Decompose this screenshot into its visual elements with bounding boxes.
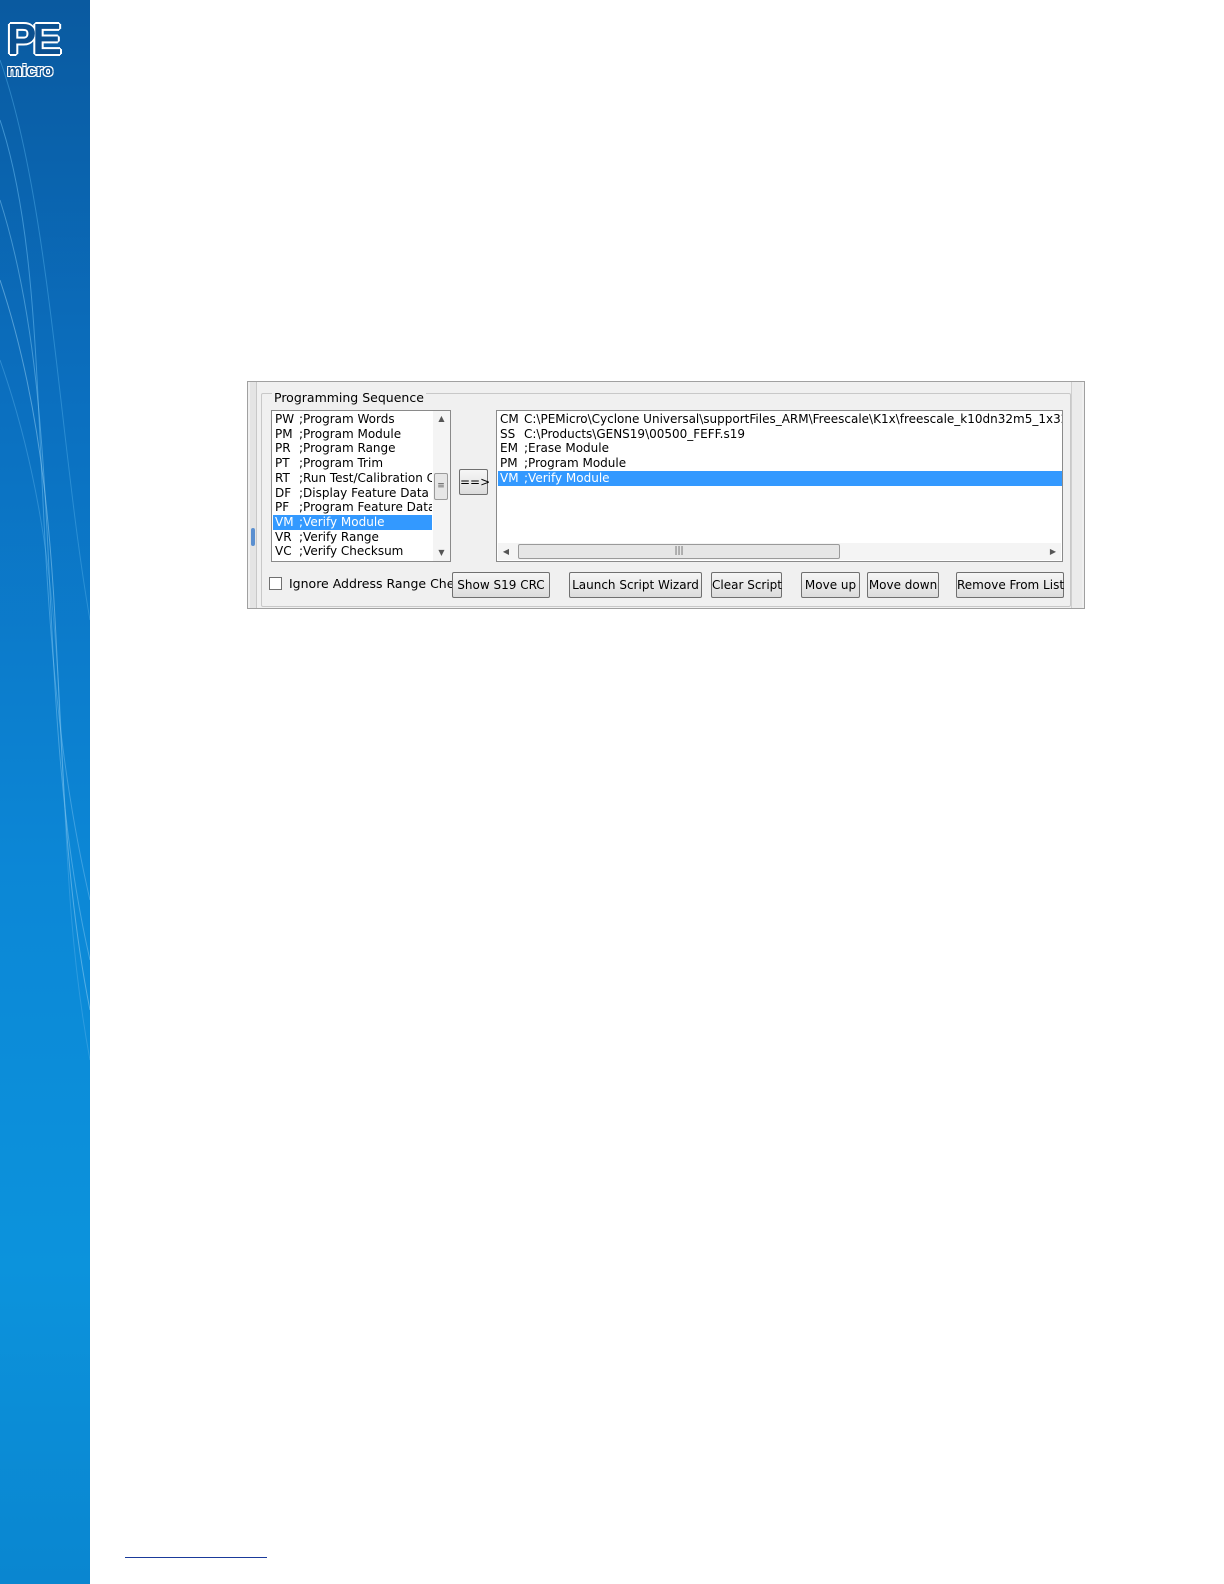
item-description: ;Erase Module [524, 441, 609, 456]
scroll-left-arrow-icon[interactable]: ◀ [498, 543, 514, 560]
list-item[interactable]: PR ;Program Range [273, 441, 432, 456]
item-description: ;Verify Module [524, 470, 610, 485]
item-description: ;Verify Checksum [299, 544, 404, 559]
list-item[interactable]: EM ;Erase Module [498, 441, 1062, 456]
move-up-button[interactable]: Move up [801, 572, 860, 598]
item-code: PT [275, 456, 290, 471]
sequence-list[interactable]: CM C:\PEMicro\Cyclone Universal\supportFi… [496, 410, 1063, 562]
add-to-sequence-button[interactable]: ==> [459, 469, 490, 495]
programming-sequence-dialog: Programming Sequence PW ;Program Words PM;… [247, 381, 1085, 609]
remove-from-list-button[interactable]: Remove From List [956, 572, 1064, 598]
item-description: ;Program Feature Data to [299, 500, 432, 515]
group-title: Programming Sequence [272, 390, 426, 405]
wave-lines-decoration [0, 59, 90, 1061]
item-code: VC [275, 544, 292, 559]
logo-micro-text: micro [7, 61, 54, 80]
list-item[interactable]: VR ;Verify Range [273, 530, 432, 545]
list-item[interactable]: PM ;Program Module [273, 427, 432, 442]
ignore-address-range-checkbox[interactable] [269, 577, 282, 590]
list-item[interactable]: PM ;Program Module [498, 456, 1062, 471]
command-list-vertical-scrollbar[interactable]: ▲ ≡ ▼ [433, 411, 450, 561]
list-item[interactable]: VM ;Verify Module [498, 470, 1062, 486]
item-code: VM [500, 470, 519, 485]
splitter-knob[interactable] [251, 528, 255, 546]
item-description: C:\Products\GENS19\00500_FEFF.s19 [524, 426, 745, 441]
list-item[interactable]: VM ;Verify Module [273, 514, 432, 530]
pemicro-logo: PE micro [7, 18, 83, 80]
list-item[interactable]: PW ;Program Words [273, 412, 432, 427]
item-code: PF [275, 500, 290, 515]
scroll-thumb[interactable]: ||| [518, 544, 840, 559]
item-code: SS [500, 426, 516, 441]
list-item[interactable]: PF ;Program Feature Data to [273, 500, 432, 515]
item-code: CM [500, 412, 519, 426]
list-item[interactable]: SS C:\Products\GENS19\00500_FEFF.s19 [498, 426, 1062, 442]
item-code: PW [275, 412, 295, 426]
scroll-down-arrow-icon[interactable]: ▼ [433, 545, 450, 561]
scroll-up-arrow-icon[interactable]: ▲ [433, 411, 450, 427]
item-description: ;Program Range [299, 441, 396, 456]
scroll-grip-icon: ||| [674, 546, 684, 556]
item-code: VM [275, 514, 294, 529]
left-panel-edge [250, 382, 257, 608]
item-description: ;Run Test/Calibration Co [299, 470, 432, 485]
list-item[interactable]: RT ;Run Test/Calibration Co [273, 471, 432, 486]
clear-script-button[interactable]: Clear Script [711, 572, 782, 598]
ignore-address-range-label: Ignore Address Range Check [289, 576, 469, 591]
item-description: ;Program Trim [299, 456, 384, 471]
item-code: PR [275, 441, 291, 456]
item-code: PM [500, 456, 518, 471]
item-code: RT [275, 470, 290, 485]
item-description: ;Display Feature Data [299, 485, 429, 500]
item-description: ;Program Module [524, 456, 627, 471]
item-code: PM [275, 426, 293, 441]
item-description: C:\PEMicro\Cyclone Universal\supportFile… [524, 412, 1063, 426]
launch-script-wizard-button[interactable]: Launch Script Wizard [569, 572, 702, 598]
item-description: ;Verify Module [299, 514, 385, 529]
right-panel-edge [1071, 382, 1082, 608]
command-list[interactable]: PW ;Program Words PM ;Program Module PR ;Prog… [271, 410, 451, 562]
footer-link-underline [125, 1557, 267, 1558]
move-down-button[interactable]: Move down [867, 572, 939, 598]
list-item[interactable]: DF ;Display Feature Data [273, 486, 432, 501]
item-code: VR [275, 529, 292, 544]
scroll-thumb[interactable]: ≡ [434, 473, 448, 500]
item-code: DF [275, 485, 292, 500]
item-description: ;Verify Range [299, 529, 379, 544]
side-decoration-band: PE micro [0, 0, 90, 1584]
item-description: ;Program Module [299, 426, 402, 441]
list-item[interactable]: VC ;Verify Checksum [273, 544, 432, 559]
show-s19-crc-button[interactable]: Show S19 CRC [452, 572, 550, 598]
sequence-list-horizontal-scrollbar[interactable]: ◀ ||| ▶ [498, 543, 1061, 560]
list-item[interactable]: PT ;Program Trim [273, 456, 432, 471]
scroll-grip-icon: ≡ [437, 481, 445, 491]
scroll-right-arrow-icon[interactable]: ▶ [1045, 543, 1061, 560]
item-code: EM [500, 441, 518, 456]
logo-pe-text: PE [7, 15, 62, 64]
item-description: ;Program Words [299, 412, 395, 426]
list-item[interactable]: CM C:\PEMicro\Cyclone Universal\supportFi… [498, 412, 1063, 427]
